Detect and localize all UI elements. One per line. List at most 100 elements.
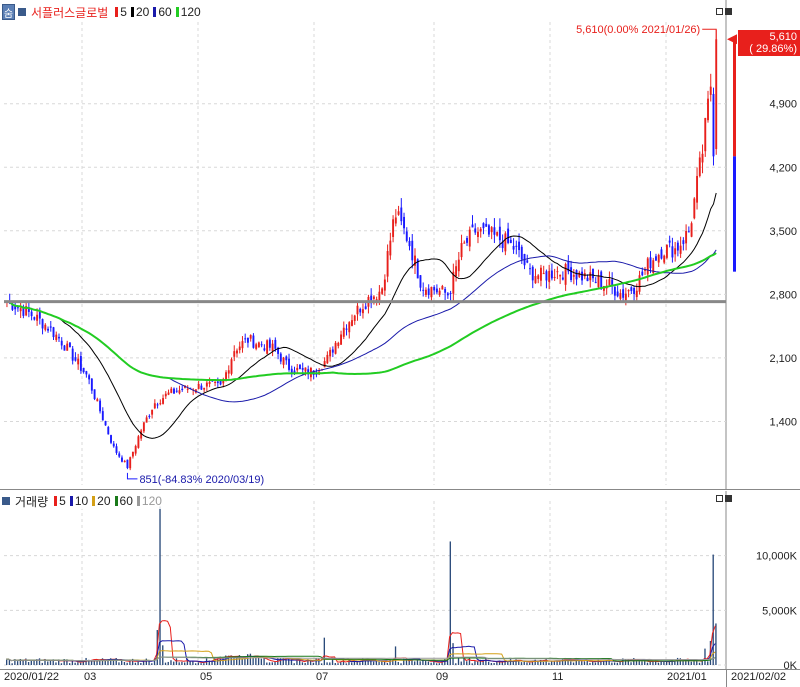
candle-body — [118, 453, 121, 457]
candle-body — [208, 381, 211, 384]
candle-body — [266, 340, 269, 354]
volume-bar — [288, 658, 290, 665]
candle-body — [679, 245, 682, 254]
volume-bar — [184, 662, 186, 665]
minimize-icon[interactable] — [716, 495, 723, 502]
legend-swatch — [114, 496, 118, 506]
volume-bar — [79, 662, 82, 665]
volume-bar — [646, 662, 649, 665]
candle-body — [167, 392, 170, 395]
volume-bar — [504, 661, 506, 665]
volume-bar — [630, 662, 632, 665]
ma-legend-item-20[interactable]: 20 — [130, 5, 149, 19]
candle-body — [542, 273, 545, 275]
volume-bar — [140, 662, 142, 665]
legend-swatch — [115, 7, 119, 17]
candle-body — [526, 260, 529, 263]
candle-body — [474, 228, 477, 233]
volume-bar — [16, 661, 19, 665]
candle-body — [342, 327, 345, 337]
vol-ma-legend-item-20[interactable]: 20 — [92, 494, 111, 508]
candle-body — [657, 254, 660, 263]
ma-legend-item-120[interactable]: 120 — [175, 5, 201, 19]
ma-legend-item-5[interactable]: 5 — [115, 5, 127, 19]
x-tick-label: 03 — [84, 671, 97, 683]
volume-bar — [194, 663, 197, 665]
volume-bar — [178, 662, 180, 665]
volume-bar — [118, 662, 120, 665]
candle-body — [104, 421, 107, 426]
volume-bar — [657, 662, 660, 665]
candle-body — [134, 446, 137, 454]
candle-body — [698, 157, 701, 176]
maximize-icon[interactable] — [725, 495, 732, 502]
candle-body — [485, 223, 488, 227]
candle-body — [468, 229, 471, 247]
candle-body — [676, 242, 679, 251]
candle-body — [477, 231, 479, 237]
volume-bar — [200, 663, 202, 665]
volume-bar — [466, 661, 468, 665]
volume-bar — [526, 662, 528, 665]
candle-body — [685, 230, 688, 244]
candle-body — [285, 356, 288, 361]
candle-body — [93, 389, 96, 399]
candle-body — [589, 272, 592, 281]
candle-body — [216, 381, 219, 384]
candle-body — [90, 378, 93, 391]
candle-body — [427, 288, 430, 295]
volume-bar — [203, 663, 205, 665]
ma-legend-item-60[interactable]: 60 — [153, 5, 172, 19]
candle-body — [553, 276, 556, 278]
candle-body — [594, 281, 597, 283]
volume-bar — [304, 662, 306, 665]
candle-body — [707, 98, 709, 121]
legend-label: 120 — [180, 5, 201, 19]
candle-body — [455, 266, 458, 276]
candle-body — [230, 359, 233, 374]
volume-bar — [507, 661, 509, 665]
y-tick-label: 3,500 — [769, 226, 797, 238]
volume-bar — [345, 663, 347, 665]
minimize-icon[interactable] — [716, 8, 723, 15]
candle-body — [323, 361, 326, 368]
vol-ma-legend-item-120[interactable]: 120 — [136, 494, 162, 508]
candle-body — [288, 358, 290, 370]
candle-body — [334, 342, 337, 354]
candle-body — [164, 393, 167, 397]
vol-ma-legend-item-5[interactable]: 5 — [54, 494, 66, 508]
candle-body — [660, 249, 663, 259]
candle-body — [624, 293, 627, 301]
vol-ma-legend-item-10[interactable]: 10 — [69, 494, 88, 508]
series-marker-icon — [18, 8, 26, 16]
volume-bar — [644, 661, 646, 665]
candle-body — [329, 349, 332, 357]
candle-body — [701, 153, 704, 163]
volume-bar — [60, 663, 63, 665]
volume-bar — [613, 662, 616, 665]
candle-body — [77, 358, 80, 365]
volume-bar — [715, 623, 717, 665]
volume-bar — [430, 662, 432, 665]
volume-bar — [663, 661, 665, 665]
collapse-icon[interactable]: 숨 — [2, 4, 15, 20]
candle-body — [389, 240, 392, 256]
candle-body — [279, 353, 282, 362]
volume-bar — [22, 660, 24, 665]
candle-body — [101, 411, 104, 421]
volume-bar — [123, 661, 126, 665]
vol-ma-legend-item-60[interactable]: 60 — [114, 494, 133, 508]
candle-body — [44, 324, 47, 330]
volume-bar — [660, 661, 662, 665]
maximize-icon[interactable] — [725, 8, 732, 15]
candle-body — [512, 245, 515, 250]
legend-label: 5 — [59, 494, 66, 508]
candle-body — [561, 277, 564, 280]
candle-body — [145, 417, 148, 423]
volume-bar — [126, 662, 128, 665]
candle-body — [430, 286, 433, 298]
volume-bar — [548, 662, 550, 665]
candle-body — [693, 198, 696, 219]
candle-body — [490, 227, 493, 233]
legend-swatch — [92, 496, 96, 506]
